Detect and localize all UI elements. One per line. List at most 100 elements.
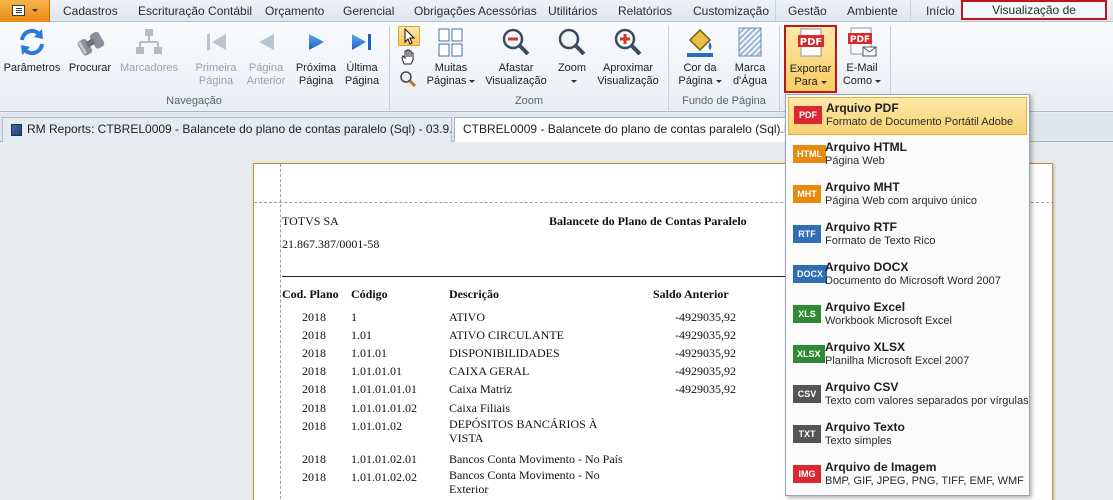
cell-cod-plano: 2018 xyxy=(302,364,326,378)
tab-ctbrel0009-pdf[interactable]: CTBREL0009 - Balancete do plano de conta… xyxy=(454,117,786,142)
cell-descricao: ATIVO xyxy=(449,310,485,324)
menu-inicio[interactable]: Início xyxy=(926,0,955,22)
cell-codigo: 1.01.01 xyxy=(351,346,387,360)
chevron-down-icon xyxy=(820,80,827,84)
export-rtf-item[interactable]: RTF Arquivo RTF Formato de Texto Rico xyxy=(788,217,1027,255)
cell-descricao: Caixa Filiais xyxy=(449,401,510,415)
app-menu-icon xyxy=(12,5,25,16)
cor-da-pagina-button[interactable]: Cor da Página xyxy=(676,26,724,92)
cell-cod-plano: 2018 xyxy=(302,452,326,466)
marcadores-button[interactable]: Marcadores xyxy=(118,26,180,92)
exportar-label-1: Exportar xyxy=(789,63,832,75)
last-page-icon xyxy=(346,26,378,58)
ultima-pagina-button[interactable]: Última Página xyxy=(340,26,384,92)
report-company: TOTVS SA xyxy=(282,214,339,228)
export-pdf-item[interactable]: PDF Arquivo PDF Formato de Documento Por… xyxy=(788,97,1027,135)
magnifier-tool-button[interactable] xyxy=(398,70,420,90)
menu-obrigacoes-acessorias[interactable]: Obrigações Acessórias xyxy=(414,0,537,22)
cell-codigo: 1.01.01.01 xyxy=(351,364,402,378)
column-header-codigo: Código xyxy=(351,287,388,301)
cor-label-2-wrap: Página xyxy=(676,75,724,88)
pagina-anterior-button[interactable]: Página Anterior xyxy=(242,26,290,92)
application-menu-button[interactable] xyxy=(0,0,50,22)
cell-descricao: CAIXA GERAL xyxy=(449,364,530,378)
export-excel-item[interactable]: XLS Arquivo Excel Workbook Microsoft Exc… xyxy=(788,297,1027,335)
menu-gestao[interactable]: Gestão xyxy=(788,0,827,22)
multiple-pages-icon xyxy=(435,26,467,58)
export-item-title: Arquivo DOCX xyxy=(825,260,909,274)
tab-ctbrel0009-pdf-label: CTBREL0009 - Balancete do plano de conta… xyxy=(463,122,785,136)
afastar-label-2: Visualização xyxy=(485,75,547,87)
export-mht-item[interactable]: MHT Arquivo MHT Página Web com arquivo ú… xyxy=(788,177,1027,215)
csv-file-icon: CSV xyxy=(793,385,821,403)
tab-rm-reports[interactable]: RM Reports: CTBREL0009 - Balancete do pl… xyxy=(2,117,452,142)
procurar-button[interactable]: Procurar xyxy=(66,26,114,92)
column-header-cod-plano: Cod. Plano xyxy=(282,287,339,301)
menu-visualizacao-impressao[interactable]: Visualização de Impressão xyxy=(961,0,1107,34)
menu-escrituracao-contabil[interactable]: Escrituração Contábil xyxy=(138,0,252,22)
aproximar-label-1: Aproximar xyxy=(602,62,654,74)
menu-bar: Cadastros Escrituração Contábil Orçament… xyxy=(0,0,1113,34)
marca-dagua-button[interactable]: Marca d'Água xyxy=(728,26,772,92)
zoom-button[interactable]: Zoom xyxy=(552,26,592,92)
menu-cadastros[interactable]: Cadastros xyxy=(63,0,118,22)
hand-tool-button[interactable] xyxy=(398,48,420,68)
cell-cod-plano: 2018 xyxy=(302,346,326,360)
menu-utilitarios[interactable]: Utilitários xyxy=(548,0,597,22)
refresh-icon xyxy=(16,26,48,58)
exportar-label-2-wrap: Para xyxy=(786,76,835,89)
menu-separator xyxy=(910,0,911,22)
primeira-pagina-button[interactable]: Primeira Página xyxy=(192,26,240,92)
export-html-item[interactable]: HTML Arquivo HTML Página Web xyxy=(788,137,1027,175)
menu-gerencial[interactable]: Gerencial xyxy=(343,0,394,22)
menu-relatorios[interactable]: Relatórios xyxy=(618,0,672,22)
pointer-tool-button[interactable] xyxy=(398,26,420,46)
group-label-navegacao: Navegação xyxy=(166,95,222,107)
export-item-title: Arquivo HTML xyxy=(825,140,907,154)
margin-guide xyxy=(280,164,281,500)
parametros-label: Parâmetros xyxy=(3,62,61,74)
menu-customizacao[interactable]: Customização xyxy=(693,0,769,22)
export-item-title: Arquivo CSV xyxy=(825,380,899,394)
export-format-menu: PDF Arquivo PDF Formato de Documento Por… xyxy=(785,94,1030,496)
cell-cod-plano: 2018 xyxy=(302,401,326,415)
proxima-pagina-button[interactable]: Próxima Página xyxy=(292,26,340,92)
export-item-description: Texto com valores separados por vírgulas xyxy=(825,395,1029,407)
export-text-item[interactable]: TXT Arquivo Texto Texto simples xyxy=(788,417,1027,455)
export-xlsx-item[interactable]: XLSX Arquivo XLSX Planilha Microsoft Exc… xyxy=(788,337,1027,375)
export-docx-item[interactable]: DOCX Arquivo DOCX Documento do Microsoft… xyxy=(788,257,1027,295)
procurar-label: Procurar xyxy=(68,62,112,74)
aproximar-visualizacao-button[interactable]: Aproximar Visualização xyxy=(596,26,660,92)
export-item-description: Página Web xyxy=(825,155,885,167)
afastar-visualizacao-button[interactable]: Afastar Visualização xyxy=(484,26,548,92)
next-page-icon xyxy=(300,26,332,58)
email-como-button[interactable]: PDF E-Mail Como xyxy=(840,26,884,92)
cell-cod-plano: 2018 xyxy=(302,470,326,484)
exportar-para-button[interactable]: PDF Exportar Para xyxy=(784,25,837,93)
menu-ambiente[interactable]: Ambiente xyxy=(847,0,898,22)
cell-cod-plano: 2018 xyxy=(302,382,326,396)
muitas-paginas-button[interactable]: Muitas Páginas xyxy=(425,26,477,92)
cell-saldo: -4929035,92 xyxy=(675,382,736,396)
cell-saldo: -4929035,92 xyxy=(675,328,736,342)
export-item-description: Formato de Documento Portátil Adobe xyxy=(826,116,1014,128)
cell-cod-plano: 2018 xyxy=(302,328,326,342)
primeira-label-2: Página xyxy=(198,75,234,87)
ultima-label-2: Página xyxy=(344,75,380,87)
cell-descricao: Bancos Conta Movimento - No Exterior xyxy=(449,468,600,496)
cell-saldo: -4929035,92 xyxy=(675,310,736,324)
chevron-down-icon xyxy=(715,79,722,83)
pdf-email-icon: PDF xyxy=(846,26,878,58)
previous-page-icon xyxy=(250,26,282,58)
hand-icon xyxy=(401,49,414,65)
menu-orcamento[interactable]: Orçamento xyxy=(265,0,324,22)
export-item-title: Arquivo XLSX xyxy=(825,340,906,354)
export-image-item[interactable]: IMG Arquivo de Imagem BMP, GIF, JPEG, PN… xyxy=(788,457,1027,495)
cell-codigo: 1.01.01.02.02 xyxy=(351,470,417,484)
export-csv-item[interactable]: CSV Arquivo CSV Texto com valores separa… xyxy=(788,377,1029,415)
afastar-label-1: Afastar xyxy=(498,62,534,74)
parametros-button[interactable]: Parâmetros xyxy=(2,26,62,92)
export-item-description: Workbook Microsoft Excel xyxy=(825,315,952,327)
export-item-description: Página Web com arquivo único xyxy=(825,195,978,207)
image-file-icon: IMG xyxy=(793,465,821,483)
